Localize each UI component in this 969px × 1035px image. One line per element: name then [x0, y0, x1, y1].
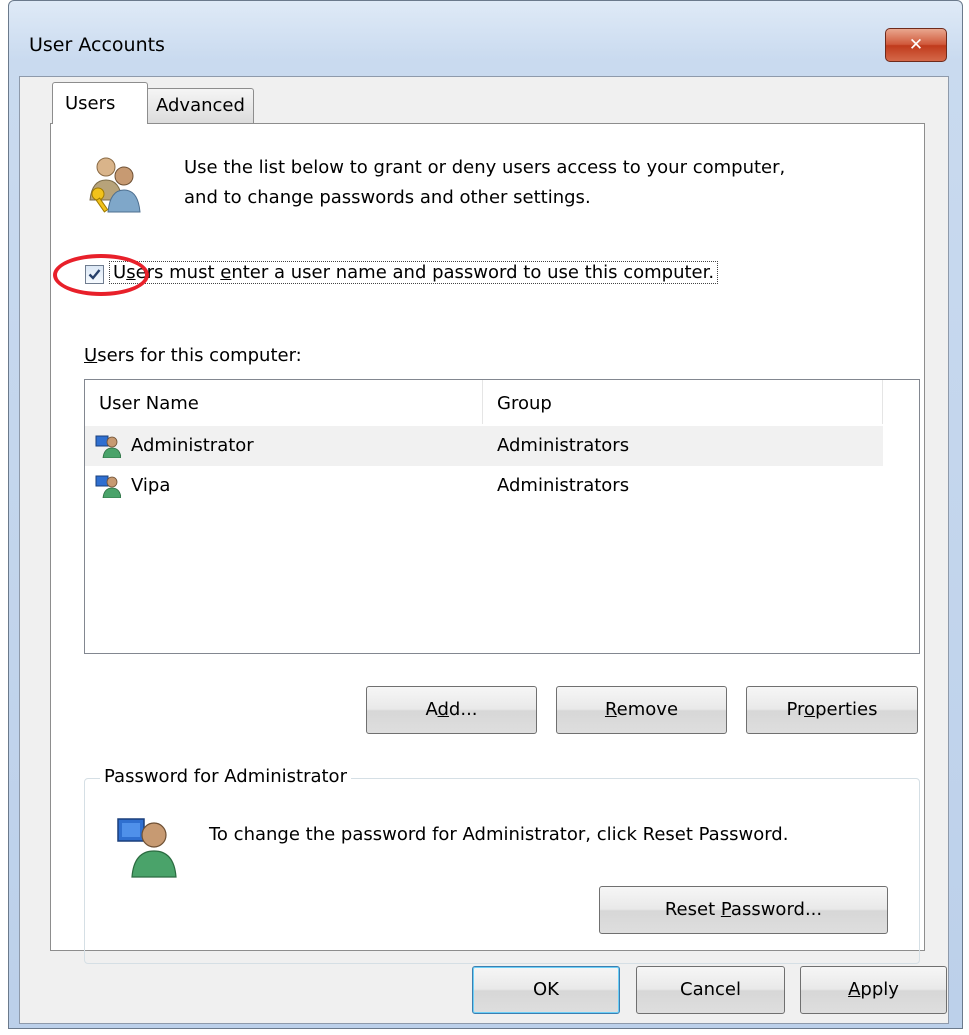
- reset-password-button[interactable]: Reset Password...: [599, 886, 888, 934]
- apply-button[interactable]: Apply: [800, 966, 947, 1014]
- table-row[interactable]: Vipa Administrators: [85, 466, 883, 506]
- tab-users-label: Users: [65, 93, 116, 114]
- user-name-cell: Administrator: [131, 435, 254, 456]
- window-title: User Accounts: [29, 34, 165, 56]
- user-name-cell: Vipa: [131, 475, 171, 496]
- cancel-button[interactable]: Cancel: [636, 966, 785, 1014]
- close-icon: ✕: [908, 35, 924, 55]
- password-group-legend: Password for Administrator: [100, 766, 351, 787]
- user-icon: [95, 435, 121, 458]
- ok-button[interactable]: OK: [472, 966, 620, 1014]
- intro-text-line2: and to change passwords and other settin…: [184, 187, 591, 208]
- users-listview[interactable]: User Name Group Administrator Administra…: [84, 379, 920, 654]
- remove-user-button[interactable]: Remove: [556, 686, 727, 734]
- column-header-group[interactable]: Group: [483, 380, 883, 424]
- intro-text-line1: Use the list below to grant or deny user…: [184, 157, 786, 178]
- column-header-filler: [883, 380, 919, 424]
- users-keys-icon: [89, 157, 141, 213]
- password-groupbox: [84, 778, 920, 964]
- annotation-circle: [53, 254, 149, 296]
- group-cell: Administrators: [497, 475, 630, 496]
- group-cell: Administrators: [497, 435, 630, 456]
- password-hint-text: To change the password for Administrator…: [209, 824, 789, 845]
- users-tab-panel: Use the list below to grant or deny user…: [50, 123, 925, 964]
- close-button[interactable]: ✕: [885, 28, 947, 62]
- properties-button[interactable]: Properties: [746, 686, 918, 734]
- users-list-label: Users for this computer:: [84, 345, 302, 366]
- listview-header: User Name Group: [85, 380, 919, 426]
- add-user-button[interactable]: Add...: [366, 686, 537, 734]
- dialog-client-area: Users Advanced Use the list below to gra…: [19, 76, 949, 1024]
- tab-advanced-label: Advanced: [156, 95, 245, 116]
- tab-users[interactable]: Users: [52, 82, 148, 124]
- tab-advanced[interactable]: Advanced: [146, 88, 254, 123]
- user-icon: [117, 818, 177, 878]
- table-row[interactable]: Administrator Administrators: [85, 426, 883, 466]
- user-icon: [95, 475, 121, 498]
- require-login-label[interactable]: Users must enter a user name and passwor…: [109, 261, 719, 284]
- user-accounts-window: User Accounts ✕ Users Advanced Use the l…: [8, 0, 963, 1029]
- column-header-user-name[interactable]: User Name: [85, 380, 483, 424]
